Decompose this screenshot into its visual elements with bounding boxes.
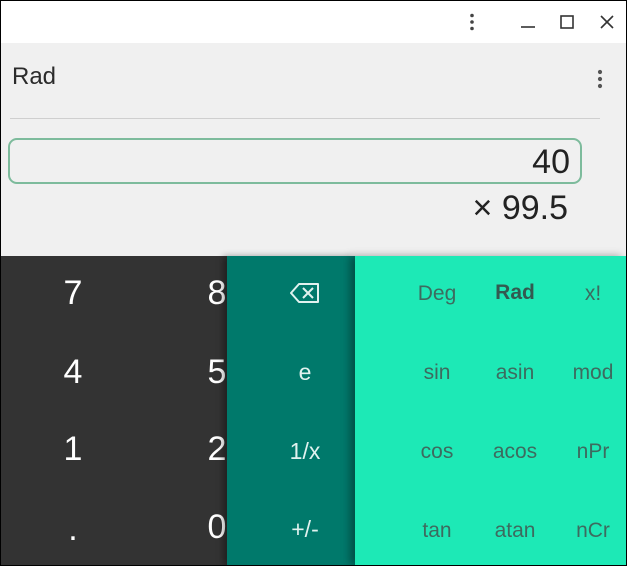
close-button[interactable] — [592, 7, 622, 37]
key-cos[interactable]: cos — [397, 417, 477, 487]
key-decimal[interactable]: . — [33, 494, 113, 564]
key-negate[interactable]: +/- — [241, 494, 369, 564]
minimize-icon — [521, 26, 535, 28]
title-bar — [1, 1, 626, 43]
key-tan[interactable]: tan — [397, 496, 477, 565]
key-sin[interactable]: sin — [397, 338, 477, 408]
maximize-icon — [560, 15, 574, 29]
key-rad[interactable]: Rad — [475, 258, 555, 328]
calculator-window: Rad 40 × 99.5 7 8 4 5 1 2 . 0 e 1/x +/- … — [0, 0, 627, 566]
advanced-pad: Deg Rad x! sin asin mod cos acos nPr tan… — [355, 256, 626, 565]
keypad: 7 8 4 5 1 2 . 0 e 1/x +/- Deg Rad x! sin… — [1, 256, 626, 565]
key-atan[interactable]: atan — [475, 496, 555, 565]
key-npr[interactable]: nPr — [553, 417, 626, 487]
more-vert-icon — [470, 13, 474, 31]
angle-mode-label: Rad — [12, 63, 57, 90]
formula-text: 40 — [532, 143, 570, 181]
divider — [10, 118, 600, 119]
key-deg[interactable]: Deg — [397, 259, 477, 329]
overflow-menu-button[interactable] — [588, 63, 612, 95]
key-7[interactable]: 7 — [33, 258, 113, 328]
key-ncr[interactable]: nCr — [553, 496, 626, 565]
key-factorial[interactable]: x! — [553, 259, 626, 329]
maximize-button[interactable] — [552, 7, 582, 37]
backspace-icon — [290, 283, 319, 303]
key-4[interactable]: 4 — [33, 337, 113, 407]
close-icon — [600, 15, 614, 29]
formula-field[interactable]: 40 — [8, 138, 582, 184]
window-menu-button[interactable] — [457, 7, 487, 37]
key-asin[interactable]: asin — [475, 338, 555, 408]
operations-pad: e 1/x +/- — [227, 256, 355, 565]
calculator-display: Rad 40 × 99.5 — [1, 43, 626, 256]
more-vert-icon — [597, 69, 603, 89]
backspace-button[interactable] — [241, 258, 369, 328]
key-e[interactable]: e — [241, 337, 369, 407]
key-acos[interactable]: acos — [475, 417, 555, 487]
key-1[interactable]: 1 — [33, 414, 113, 484]
key-mod[interactable]: mod — [553, 338, 626, 408]
number-pad: 7 8 4 5 1 2 . 0 — [1, 256, 227, 565]
minimize-button[interactable] — [513, 7, 543, 37]
key-reciprocal[interactable]: 1/x — [241, 416, 369, 486]
result-text: × 99.5 — [472, 189, 568, 227]
